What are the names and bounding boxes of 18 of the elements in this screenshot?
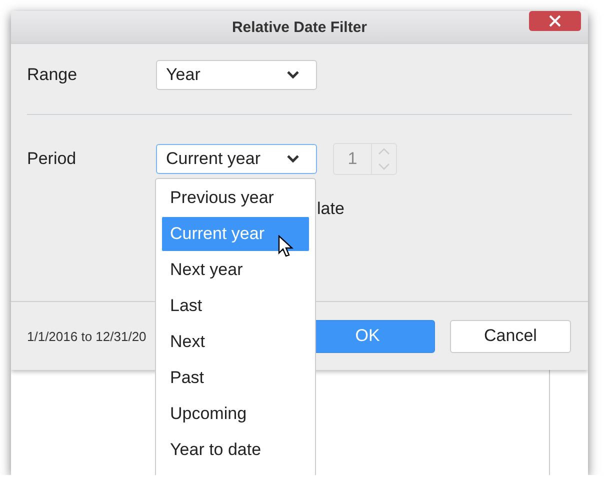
checkbox-label: late <box>317 199 344 219</box>
dropdown-option[interactable]: Previous year <box>162 181 309 215</box>
close-icon <box>549 15 561 27</box>
cancel-button[interactable]: Cancel <box>450 320 571 352</box>
dropdown-field[interactable]: Year <box>156 60 317 90</box>
dropdown-option[interactable]: Past <box>162 361 309 395</box>
chevron-down-icon <box>286 70 300 80</box>
dropdown-option[interactable]: Next year <box>162 253 309 287</box>
window-title: Relative Date Filter <box>232 18 368 38</box>
date-range-text: 1/1/2016 to 12/31/20 <box>27 328 146 344</box>
chevron-down-icon <box>286 154 300 164</box>
dropdown-option[interactable]: Year to date <box>162 433 309 467</box>
dropdown-field[interactable]: Current year <box>156 144 317 174</box>
cursor-icon <box>278 235 294 259</box>
close-button[interactable] <box>529 11 581 31</box>
range-label: Range <box>27 65 78 85</box>
period-label: Period <box>27 149 78 169</box>
dropdown-option[interactable]: Upcoming <box>162 397 309 431</box>
